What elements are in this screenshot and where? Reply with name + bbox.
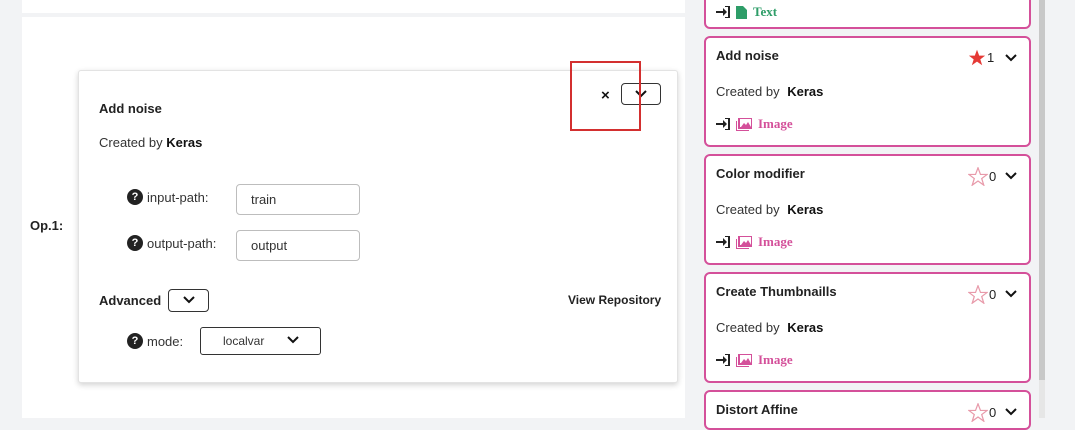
param-label: output-path: xyxy=(147,235,217,251)
question-circle-icon[interactable]: ? xyxy=(127,189,143,205)
operation-card: Add noise Created by Keras × ? input-pat… xyxy=(78,61,678,383)
sidebar-scrollbar-thumb[interactable] xyxy=(1039,0,1045,380)
tile-author-line: Created by Keras xyxy=(716,202,823,217)
chevron-down-icon[interactable] xyxy=(1005,54,1017,62)
op-index-label: Op.1: xyxy=(30,218,64,233)
rating-count: 1 xyxy=(987,50,995,65)
created-by-label: Created by xyxy=(716,202,780,217)
input-path-field[interactable]: train xyxy=(236,184,360,215)
file-icon xyxy=(736,5,747,19)
sign-in-icon xyxy=(716,6,730,18)
star-icon xyxy=(968,167,988,186)
output-path-field[interactable]: output xyxy=(236,230,360,261)
operation-author: Keras xyxy=(166,135,203,150)
tile-io-label: Image xyxy=(758,234,793,249)
advanced-label: Advanced xyxy=(99,293,162,308)
tile-io-label: Image xyxy=(758,116,793,131)
operation-tile[interactable]: Color modifier 0 Created by Keras Image xyxy=(704,154,1031,265)
tile-title: Add noise xyxy=(716,48,779,63)
chevron-down-icon xyxy=(182,296,195,304)
tile-io: Image xyxy=(716,234,793,250)
operation-tile[interactable]: Create Thumbnaills 0 Created by Keras Im… xyxy=(704,272,1031,383)
operation-tile-partial[interactable]: Text xyxy=(704,0,1031,29)
chevron-down-icon xyxy=(635,90,647,98)
chevron-down-icon xyxy=(287,336,299,344)
close-button[interactable]: × xyxy=(601,87,610,104)
param-label: input-path: xyxy=(147,189,209,205)
mode-select-value: localvar xyxy=(223,334,265,348)
chevron-down-icon[interactable] xyxy=(1005,172,1017,180)
star-icon xyxy=(968,49,986,66)
image-icon xyxy=(736,117,752,131)
close-icon: × xyxy=(601,87,610,104)
operation-title: Add noise xyxy=(99,101,162,116)
created-by-label: Created by xyxy=(716,320,780,335)
param-row-input-path: ? input-path: xyxy=(127,189,208,205)
image-icon xyxy=(736,353,752,367)
operation-tile[interactable]: Add noise 1 Created by Keras Image xyxy=(704,36,1031,147)
param-row-output-path: ? output-path: xyxy=(127,235,216,251)
tile-rating[interactable]: 0 xyxy=(968,167,996,186)
tile-author: Keras xyxy=(787,202,824,217)
sign-in-icon xyxy=(716,236,730,248)
mode-select[interactable]: localvar xyxy=(200,327,321,355)
tile-title: Color modifier xyxy=(716,166,805,181)
tile-author-line: Created by Keras xyxy=(716,320,823,335)
tile-rating[interactable]: 0 xyxy=(968,403,996,422)
star-icon xyxy=(968,403,988,422)
sign-in-icon xyxy=(716,354,730,366)
rating-count: 0 xyxy=(989,287,997,302)
tile-title: Distort Affine xyxy=(716,402,798,417)
tile-io: Image xyxy=(716,116,793,132)
tile-io: Image xyxy=(716,352,793,368)
operation-author-line: Created by Keras xyxy=(99,135,202,150)
tile-io-label: Image xyxy=(758,352,793,367)
tile-author: Keras xyxy=(787,84,824,99)
question-circle-icon[interactable]: ? xyxy=(127,235,143,251)
tile-title: Create Thumbnaills xyxy=(716,284,837,299)
created-by-label: Created by xyxy=(716,84,780,99)
tile-io: Text xyxy=(716,4,777,20)
param-label: mode: xyxy=(147,333,184,349)
sign-in-icon xyxy=(716,118,730,130)
tile-rating[interactable]: 1 xyxy=(968,49,994,66)
tile-rating[interactable]: 0 xyxy=(968,285,996,304)
param-row-mode: ? mode: xyxy=(127,333,183,349)
rating-count: 0 xyxy=(989,169,997,184)
tile-author: Keras xyxy=(787,320,824,335)
card-expand-toggle[interactable] xyxy=(621,83,661,105)
image-icon xyxy=(736,235,752,249)
tile-io-label: Text xyxy=(753,4,778,19)
question-circle-icon[interactable]: ? xyxy=(127,333,143,349)
chevron-down-icon[interactable] xyxy=(1005,408,1017,416)
tile-author-line: Created by Keras xyxy=(716,84,823,99)
main-top-panel xyxy=(22,0,685,13)
star-icon xyxy=(968,285,988,304)
view-repository-link[interactable]: View Repository xyxy=(568,293,661,307)
operation-tile[interactable]: Distort Affine 0 xyxy=(704,390,1031,430)
created-by-label: Created by xyxy=(99,135,163,150)
chevron-down-icon[interactable] xyxy=(1005,290,1017,298)
advanced-toggle[interactable] xyxy=(168,289,209,312)
